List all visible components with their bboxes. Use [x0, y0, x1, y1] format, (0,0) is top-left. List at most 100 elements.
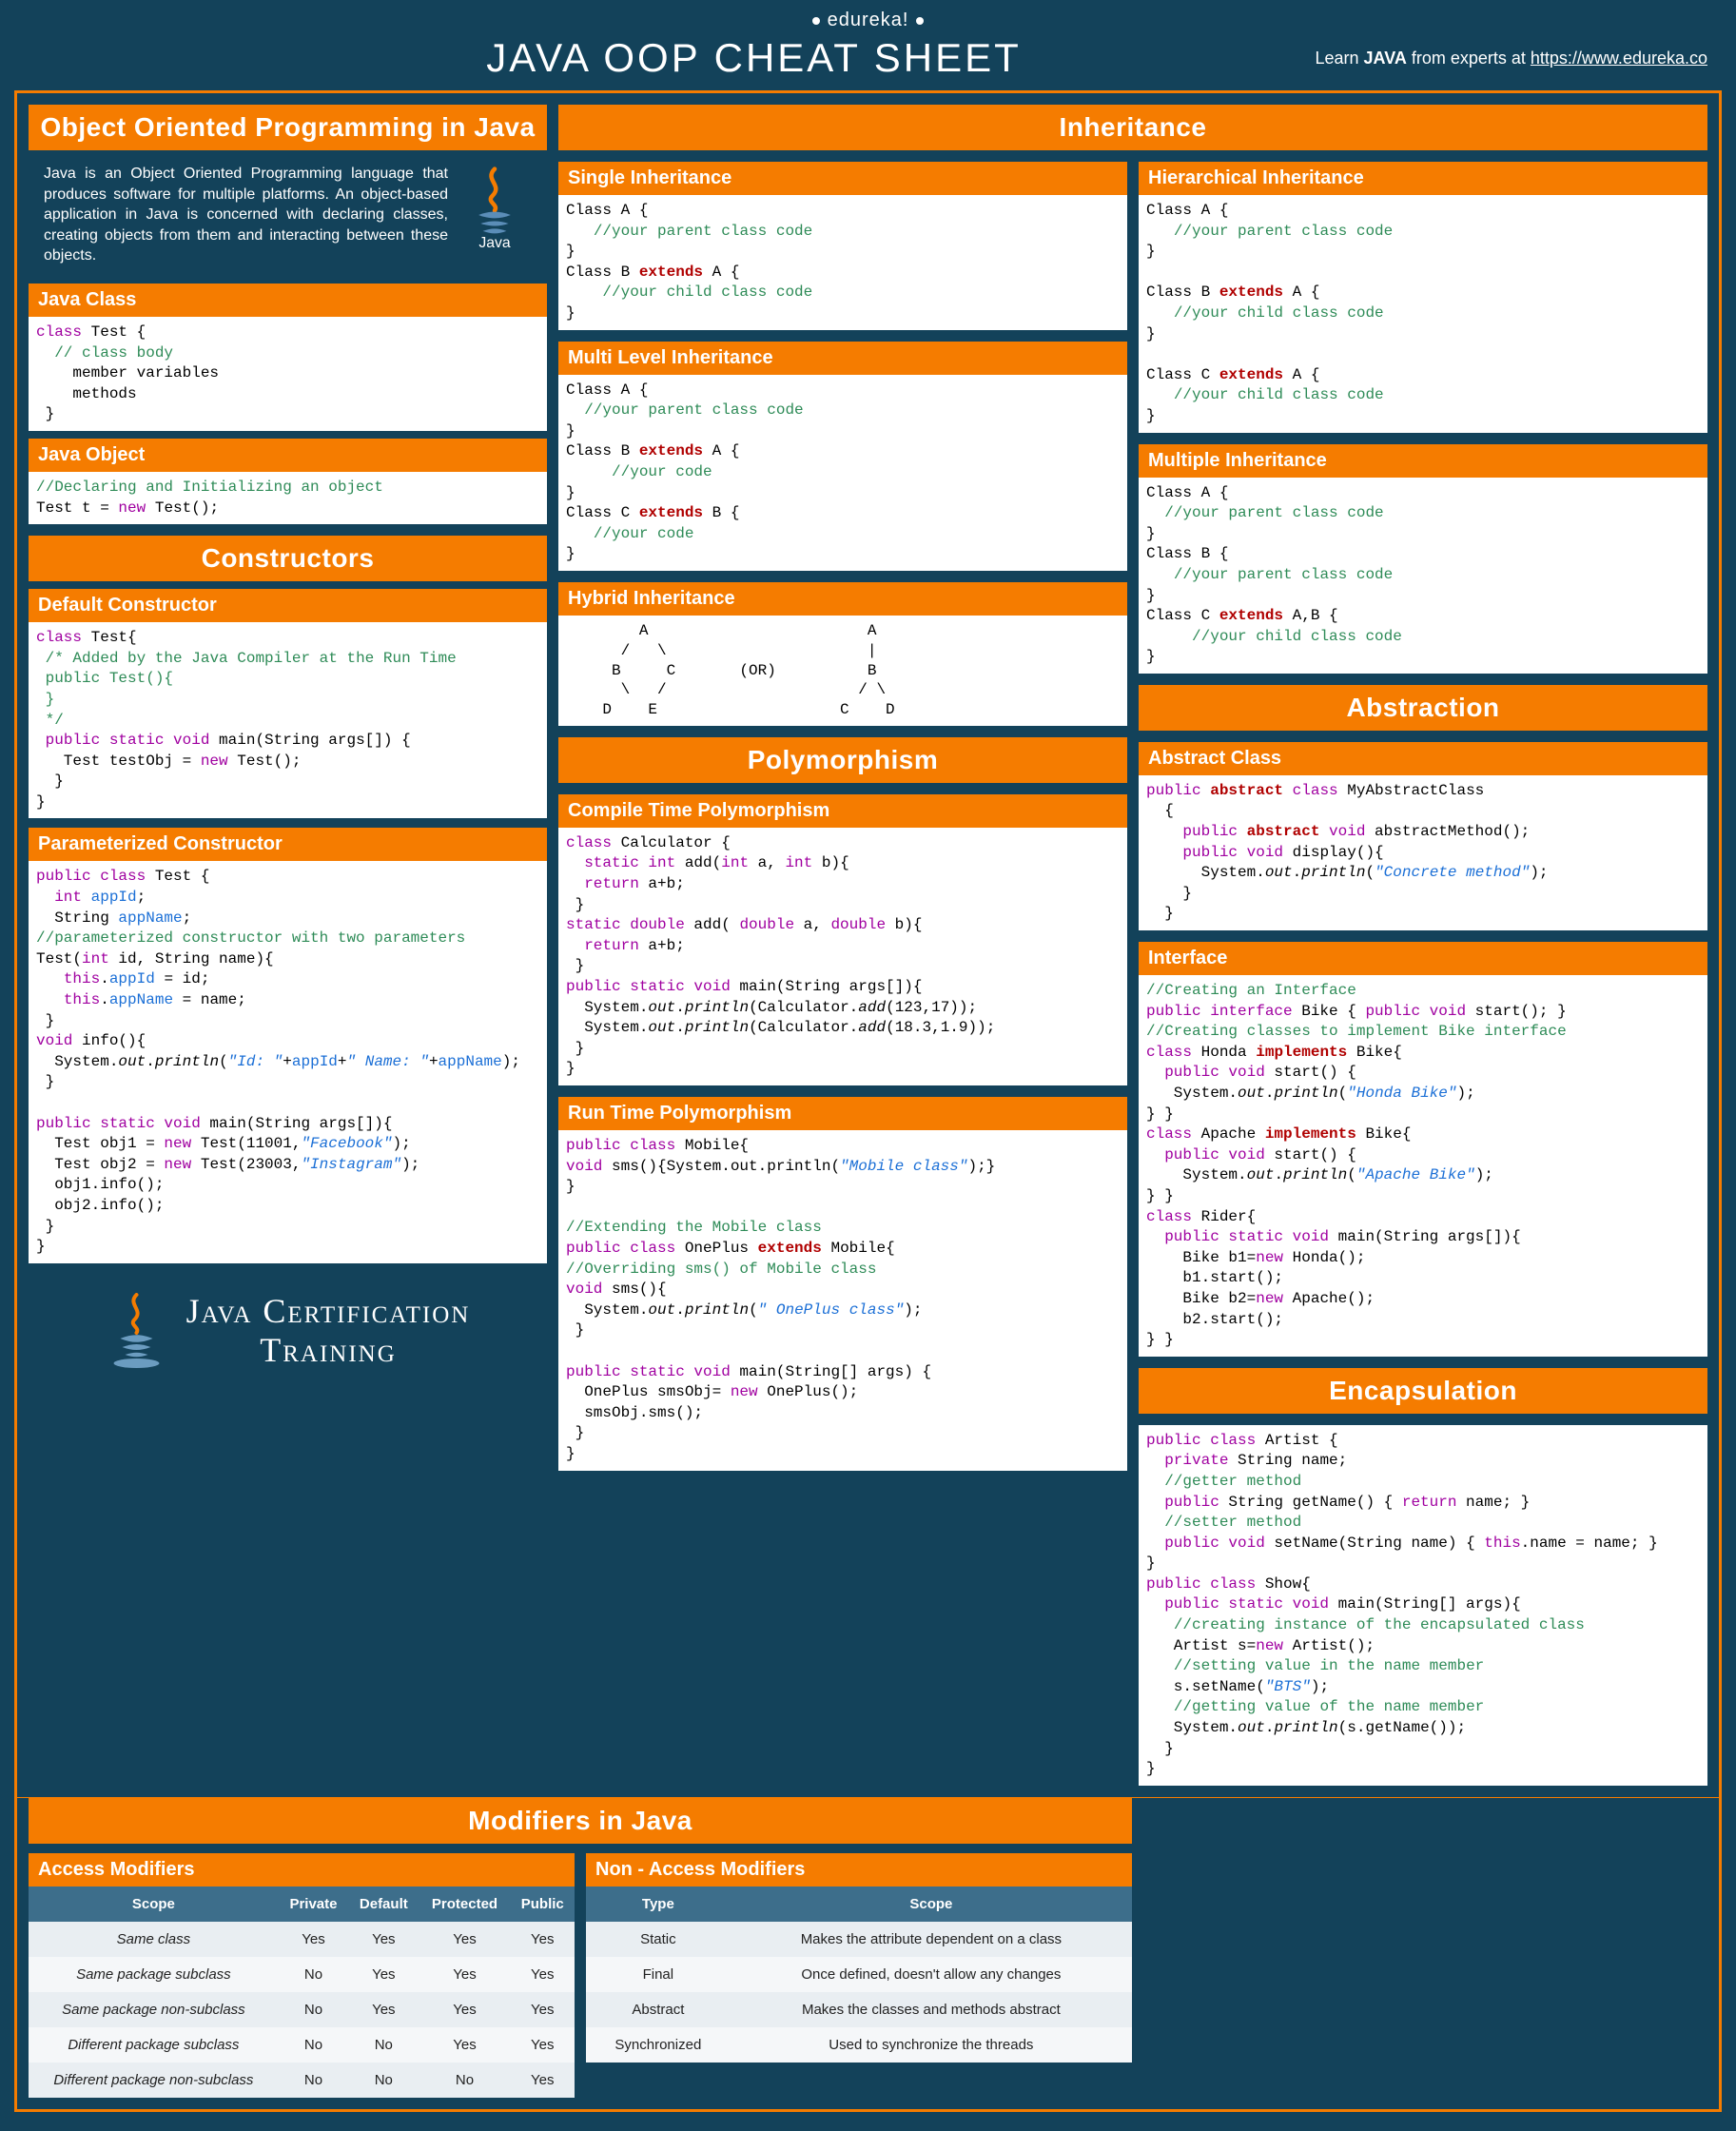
table-cell: Yes — [511, 1992, 575, 2027]
hier-inh-title: Hierarchical Inheritance — [1139, 162, 1707, 195]
java-class-title: Java Class — [29, 283, 547, 317]
interface-title: Interface — [1139, 942, 1707, 975]
cert-text: Java Certification Training — [186, 1292, 471, 1371]
table-cell: Makes the classes and methods abstract — [731, 1992, 1132, 2027]
encapsulation-title: Encapsulation — [1139, 1368, 1707, 1414]
intro-box: Java is an Object Oriented Programming l… — [29, 150, 547, 283]
table-cell: Yes — [511, 2063, 575, 2098]
learn-mid: from experts at — [1407, 49, 1531, 68]
multilevel-inh-code: Class A { //your parent class code } Cla… — [558, 375, 1127, 571]
table-row: FinalOnce defined, doesn't allow any cha… — [586, 1957, 1132, 1992]
table-row: Same classYesYesYesYes — [29, 1922, 575, 1957]
table-cell: Yes — [279, 1922, 348, 1957]
compile-poly-title: Compile Time Polymorphism — [558, 794, 1127, 828]
java-cup-icon — [106, 1293, 167, 1369]
table-cell: No — [419, 2063, 510, 2098]
param-ctor-code: public class Test { int appId; String ap… — [29, 861, 547, 1262]
cert-line2: Training — [186, 1331, 471, 1370]
learn-bold: JAVA — [1364, 49, 1407, 68]
table-cell: No — [279, 1992, 348, 2027]
table-row: Different package subclassNoNoYesYes — [29, 2027, 575, 2063]
runtime-poly-code: public class Mobile{ void sms(){System.o… — [558, 1130, 1127, 1471]
java-class-code: class Test { // class body member variab… — [29, 317, 547, 431]
table-cell: No — [279, 2027, 348, 2063]
svg-text:Java: Java — [478, 235, 511, 249]
table-cell: Abstract — [586, 1992, 731, 2027]
abstract-class-title: Abstract Class — [1139, 742, 1707, 775]
table-row: StaticMakes the attribute dependent on a… — [586, 1922, 1132, 1957]
table-cell: Yes — [511, 1922, 575, 1957]
multilevel-inh-title: Multi Level Inheritance — [558, 342, 1127, 375]
table-cell: Same package non-subclass — [29, 1992, 279, 2027]
table-cell: Yes — [419, 2027, 510, 2063]
runtime-poly-title: Run Time Polymorphism — [558, 1097, 1127, 1130]
param-ctor-title: Parameterized Constructor — [29, 828, 547, 861]
cert-line1: Java Certification — [186, 1292, 471, 1331]
brand-text: edureka! — [828, 10, 909, 30]
table-cell: Different package non-subclass — [29, 2063, 279, 2098]
polymorphism-title: Polymorphism — [558, 737, 1127, 783]
table-row: Same package non-subclassNoYesYesYes — [29, 1992, 575, 2027]
java-logo-icon: Java — [458, 164, 532, 249]
table-cell: Yes — [419, 1922, 510, 1957]
table-header: Protected — [419, 1887, 510, 1922]
table-cell: Yes — [511, 1957, 575, 1992]
table-cell: Same class — [29, 1922, 279, 1957]
access-modifiers-table: ScopePrivateDefaultProtectedPublic Same … — [29, 1887, 575, 2098]
table-cell: Static — [586, 1922, 731, 1957]
access-mod-title: Access Modifiers — [29, 1853, 575, 1887]
java-object-code: //Declaring and Initializing an object T… — [29, 472, 547, 524]
table-header: Public — [511, 1887, 575, 1922]
learn-prefix: Learn — [1315, 49, 1363, 68]
java-object-title: Java Object — [29, 439, 547, 472]
table-cell: No — [279, 1957, 348, 1992]
table-cell: Yes — [511, 2027, 575, 2063]
inheritance-title: Inheritance — [558, 105, 1707, 150]
constructors-title: Constructors — [29, 536, 547, 581]
table-header: Type — [586, 1887, 731, 1922]
table-cell: Yes — [348, 1922, 419, 1957]
learn-link[interactable]: https://www.edureka.co — [1531, 49, 1707, 68]
learn-link-line: Learn JAVA from experts at https://www.e… — [1232, 49, 1707, 68]
table-row: SynchronizedUsed to synchronize the thre… — [586, 2027, 1132, 2063]
table-header: Scope — [731, 1887, 1132, 1922]
table-cell: Different package subclass — [29, 2027, 279, 2063]
table-cell: Yes — [419, 1957, 510, 1992]
table-cell: No — [279, 2063, 348, 2098]
encapsulation-code: public class Artist { private String nam… — [1139, 1425, 1707, 1786]
single-inh-title: Single Inheritance — [558, 162, 1127, 195]
compile-poly-code: class Calculator { static int add(int a,… — [558, 828, 1127, 1085]
table-cell: Makes the attribute dependent on a class — [731, 1922, 1132, 1957]
non-access-modifiers-table: TypeScope StaticMakes the attribute depe… — [586, 1887, 1132, 2063]
table-cell: Synchronized — [586, 2027, 731, 2063]
default-ctor-code: class Test{ /* Added by the Java Compile… — [29, 622, 547, 818]
table-cell: Yes — [419, 1992, 510, 2027]
hybrid-diagram: A A / \ | B C (OR) B \ / / \ D E C D — [558, 616, 1127, 726]
modifiers-strip: Modifiers in Java Access Modifiers Scope… — [14, 1798, 1722, 2112]
table-header: Private — [279, 1887, 348, 1922]
table-cell: No — [348, 2063, 419, 2098]
abstraction-title: Abstraction — [1139, 685, 1707, 731]
table-row: Different package non-subclassNoNoNoYes — [29, 2063, 575, 2098]
hybrid-inh-title: Hybrid Inheritance — [558, 582, 1127, 616]
table-row: AbstractMakes the classes and methods ab… — [586, 1992, 1132, 2027]
multiple-inh-title: Multiple Inheritance — [1139, 444, 1707, 478]
intro-text: Java is an Object Oriented Programming l… — [44, 164, 448, 266]
table-cell: Once defined, doesn't allow any changes — [731, 1957, 1132, 1992]
table-cell: Yes — [348, 1957, 419, 1992]
default-ctor-title: Default Constructor — [29, 589, 547, 622]
table-cell: Yes — [348, 1992, 419, 2027]
table-cell: Same package subclass — [29, 1957, 279, 1992]
interface-code: //Creating an Interface public interface… — [1139, 975, 1707, 1357]
table-cell: Used to synchronize the threads — [731, 2027, 1132, 2063]
table-header: Scope — [29, 1887, 279, 1922]
table-cell: Final — [586, 1957, 731, 1992]
hier-inh-code: Class A { //your parent class code } Cla… — [1139, 195, 1707, 433]
table-cell: No — [348, 2027, 419, 2063]
modifiers-title: Modifiers in Java — [29, 1798, 1132, 1844]
brand-header: edureka! — [14, 10, 1722, 31]
cert-banner: Java Certification Training — [29, 1275, 547, 1388]
table-header: Default — [348, 1887, 419, 1922]
main-frame: Object Oriented Programming in Java Java… — [14, 90, 1722, 1800]
table-row: Same package subclassNoYesYesYes — [29, 1957, 575, 1992]
